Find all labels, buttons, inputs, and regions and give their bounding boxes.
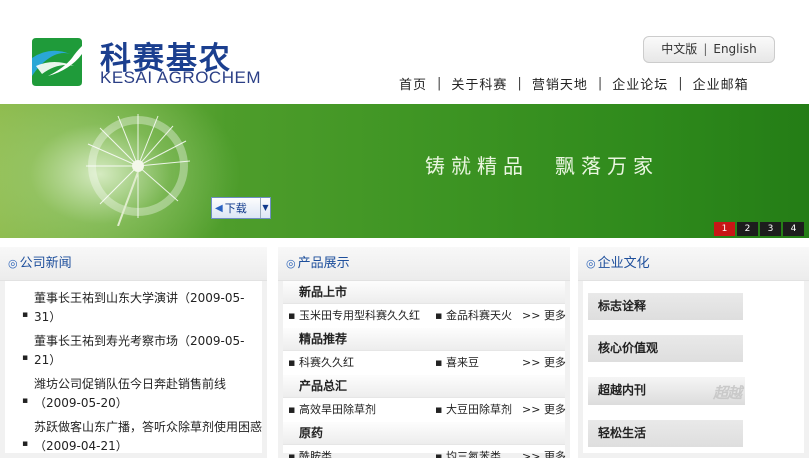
more-link[interactable]: >> 更多: [522, 304, 566, 328]
circle-bullet-icon: ◎: [286, 257, 296, 270]
nav-mail[interactable]: 企业邮箱: [683, 74, 759, 93]
product-category[interactable]: 精品推荐: [283, 328, 565, 351]
magazine-logo: 超越: [712, 384, 742, 402]
more-label: 更多: [543, 356, 566, 369]
more-link[interactable]: >> 更多: [522, 351, 566, 375]
pager-item-1[interactable]: 1: [714, 222, 735, 236]
page: 科赛基农 KESAI AGROCHEM 中文版 | English 首页 | 关于科…: [0, 0, 809, 458]
brand-name-en: KESAI AGROCHEM: [100, 68, 261, 87]
bullet-dot-icon: ▪: [22, 396, 29, 406]
news-item[interactable]: ▪ 董事长王祐到山东大学演讲（2009-05-31）: [5, 289, 262, 327]
more-prefix: >>: [522, 356, 541, 369]
pager-item-4[interactable]: 4: [783, 222, 804, 236]
lang-en-link[interactable]: English: [713, 42, 756, 56]
news-item[interactable]: ▪ 潍坊公司促销队伍今日奔赴销售前线（2009-05-20）: [5, 375, 262, 413]
more-link[interactable]: >> 更多: [522, 445, 566, 458]
products-panel: ◎ 产品展示 新品上市 ▪ 玉米田专用型科赛久久红 ▪ 金品科赛天火 >> 更多 …: [278, 247, 570, 458]
nav-home[interactable]: 首页: [389, 74, 437, 93]
circle-bullet-icon: ◎: [586, 257, 596, 270]
nav-marketing[interactable]: 营销天地: [522, 74, 598, 93]
news-header: ◎ 公司新闻: [0, 247, 267, 281]
news-list: ▪ 董事长王祐到山东大学演讲（2009-05-31） ▪ 董事长王祐到寿光考察市场（…: [5, 281, 262, 456]
product-link[interactable]: ▪ 金品科赛天火: [435, 304, 512, 328]
main-nav: 首页 | 关于科赛 | 营销天地 | 企业论坛 | 企业邮箱: [389, 73, 759, 93]
product-link[interactable]: ▪ 大豆田除草剂: [435, 398, 512, 422]
product-row: ▪ 玉米田专用型科赛久久红 ▪ 金品科赛天火 >> 更多: [283, 304, 566, 328]
product-link[interactable]: ▪ 科赛久久红: [288, 351, 354, 375]
culture-item-label: 轻松生活: [598, 426, 647, 440]
lang-separator: |: [703, 42, 708, 56]
culture-item-label: 标志诠释: [598, 299, 647, 313]
news-body: ▪ 董事长王祐到山东大学演讲（2009-05-31） ▪ 董事长王祐到寿光考察市场（…: [5, 281, 262, 453]
more-label: 更多: [543, 309, 566, 322]
product-link[interactable]: ▪ 高效旱田除草剂: [288, 398, 376, 422]
banner-slogan: 铸就精品 飘落万家: [425, 154, 659, 178]
culture-item-label: 超越内刊: [598, 383, 647, 397]
more-prefix: >>: [522, 309, 541, 322]
bullet-dot-icon: ▪: [22, 439, 29, 449]
banner-pager: 1 2 3 4: [714, 222, 804, 236]
header: 科赛基农 KESAI AGROCHEM 中文版 | English 首页 | 关于科…: [0, 0, 809, 104]
nav-forum[interactable]: 企业论坛: [602, 74, 678, 93]
circle-bullet-icon: ◎: [8, 257, 18, 270]
download-button[interactable]: ◀ 下载 ▼: [211, 197, 271, 219]
news-panel: ◎ 公司新闻 ▪ 董事长王祐到山东大学演讲（2009-05-31） ▪ 董事长王祐到寿…: [0, 247, 267, 458]
culture-panel: ◎ 企业文化 标志诠释 核心价值观 超越内刊 超越 轻松生活: [578, 247, 809, 458]
pager-item-2[interactable]: 2: [737, 222, 758, 236]
logo-mark-icon: [32, 38, 82, 86]
news-item-text: 潍坊公司促销队伍今日奔赴销售前线（2009-05-20）: [34, 377, 227, 410]
back-arrow-icon: ◀: [215, 202, 223, 214]
product-row: ▪ 高效旱田除草剂 ▪ 大豆田除草剂 >> 更多: [283, 398, 566, 422]
bullet-dot-icon: ▪: [22, 353, 29, 363]
news-item[interactable]: ▪ 苏跃做客山东广播，答听众除草剂使用困惑（2009-04-21）: [5, 418, 262, 456]
product-link[interactable]: ▪ 均三氮苯类: [435, 445, 501, 458]
news-item[interactable]: ▪ 董事长王祐到寿光考察市场（2009-05-21）: [5, 332, 262, 370]
bullet-dot-icon: ▪: [22, 310, 29, 320]
culture-item-logo-meaning[interactable]: 标志诠释: [588, 293, 743, 320]
language-switch: 中文版 | English: [643, 36, 775, 63]
nav-about[interactable]: 关于科赛: [441, 74, 517, 93]
culture-header: ◎ 企业文化: [578, 247, 809, 281]
culture-item-core-values[interactable]: 核心价值观: [588, 335, 743, 362]
more-label: 更多: [543, 403, 566, 416]
news-title[interactable]: 公司新闻: [20, 256, 72, 271]
news-item-text: 董事长王祐到山东大学演讲（2009-05-31）: [34, 291, 245, 324]
download-label: 下载: [224, 202, 247, 215]
culture-item-easy-life[interactable]: 轻松生活: [588, 420, 743, 447]
product-category[interactable]: 产品总汇: [283, 375, 565, 398]
pager-item-3[interactable]: 3: [760, 222, 781, 236]
dandelion-image: [86, 114, 191, 226]
more-prefix: >>: [522, 403, 541, 416]
lang-cn-link[interactable]: 中文版: [661, 42, 697, 56]
hero-banner: 铸就精品 飘落万家 ◀ 下载 ▼ 1 2 3 4: [0, 104, 809, 238]
culture-title[interactable]: 企业文化: [598, 256, 650, 271]
news-item-text: 苏跃做客山东广播，答听众除草剂使用困惑（2009-04-21）: [34, 420, 263, 453]
culture-item-label: 核心价值观: [598, 341, 659, 355]
product-link[interactable]: ▪ 玉米田专用型科赛久久红: [288, 304, 420, 328]
products-title[interactable]: 产品展示: [298, 256, 350, 271]
product-row: ▪ 酰胺类 ▪ 均三氮苯类 >> 更多: [283, 445, 566, 458]
product-row: ▪ 科赛久久红 ▪ 喜来豆 >> 更多: [283, 351, 566, 375]
products-body: 新品上市 ▪ 玉米田专用型科赛久久红 ▪ 金品科赛天火 >> 更多 精品推荐 ▪…: [283, 281, 566, 458]
news-item-text: 董事长王祐到寿光考察市场（2009-05-21）: [34, 334, 245, 367]
product-category[interactable]: 原药: [283, 422, 565, 445]
product-link[interactable]: ▪ 喜来豆: [435, 351, 479, 375]
more-prefix: >>: [522, 450, 541, 458]
products-header: ◎ 产品展示: [278, 247, 570, 281]
more-label: 更多: [543, 450, 566, 458]
product-category[interactable]: 新品上市: [283, 281, 565, 304]
dropdown-arrow-icon[interactable]: ▼: [260, 198, 270, 218]
more-link[interactable]: >> 更多: [522, 398, 566, 422]
culture-item-magazine[interactable]: 超越内刊 超越: [588, 377, 745, 405]
product-link[interactable]: ▪ 酰胺类: [288, 445, 332, 458]
culture-body: 标志诠释 核心价值观 超越内刊 超越 轻松生活: [583, 281, 804, 453]
